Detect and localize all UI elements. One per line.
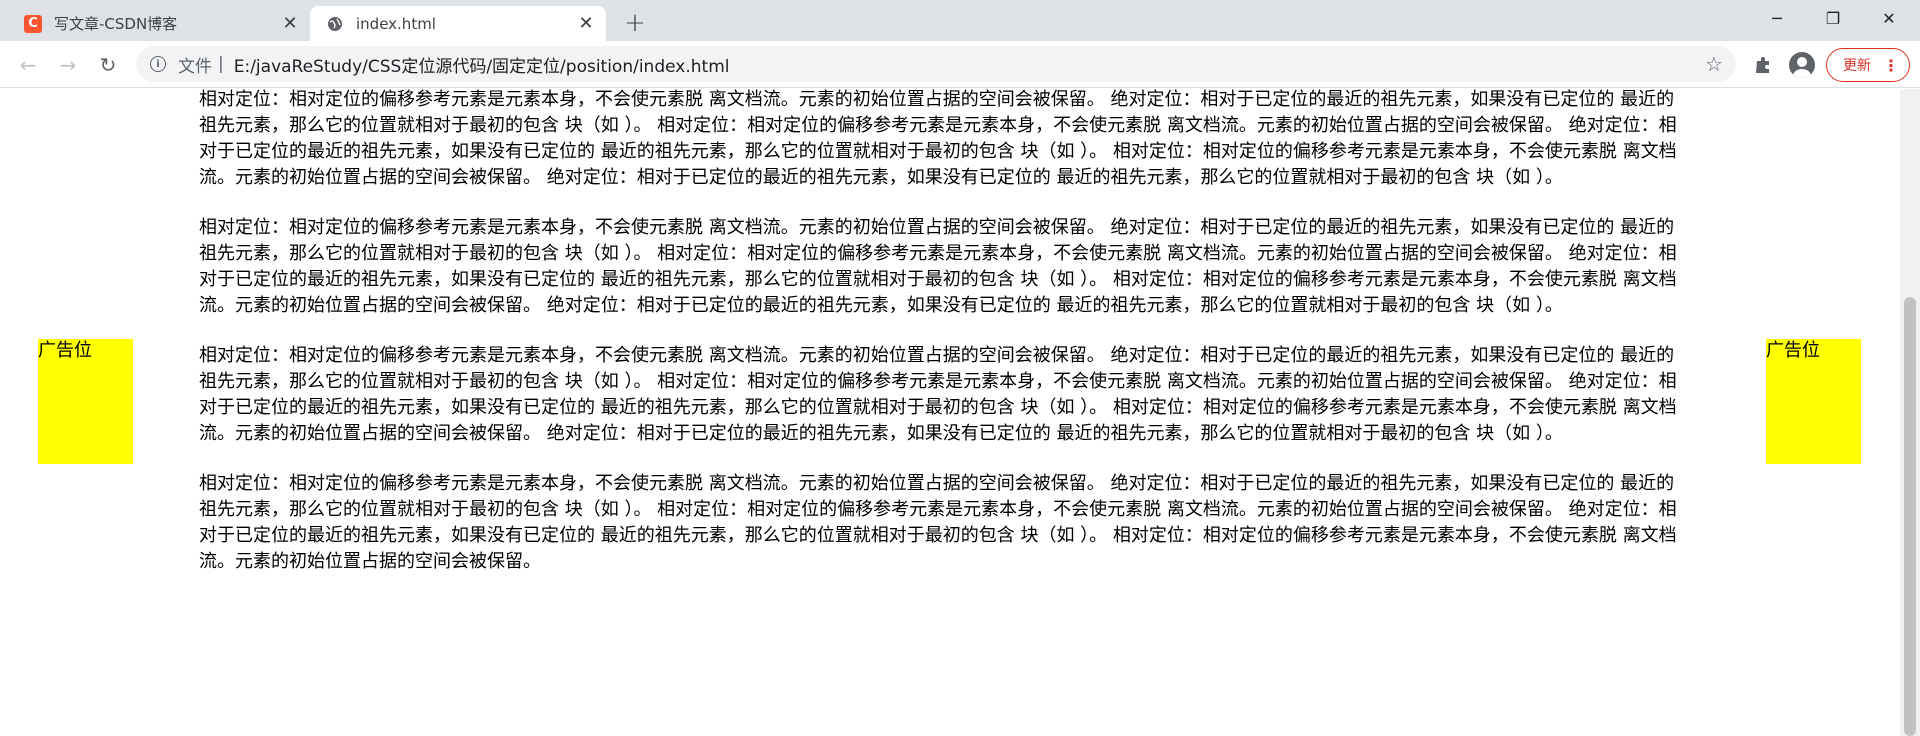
back-button[interactable]: ← (12, 49, 44, 81)
paragraph: 相对定位：相对定位的偏移参考元素是元素本身，不会使元素脱 离文档流。元素的初始位… (199, 89, 1677, 188)
forward-button[interactable]: → (52, 49, 84, 81)
maximize-button[interactable]: ❐ (1806, 0, 1860, 36)
tab-csdn-write[interactable]: C 写文章-CSDN博客 ✕ (8, 6, 310, 41)
address-bar[interactable]: i 文件 | E:/javaReStudy/CSS定位源代码/固定定位/posi… (136, 46, 1736, 82)
url-text[interactable]: E:/javaReStudy/CSS定位源代码/固定定位/position/in… (234, 52, 1698, 77)
update-button[interactable]: 更新 ⋮ (1826, 48, 1910, 82)
bookmark-star-icon[interactable]: ☆ (1698, 52, 1730, 76)
ad-banner-right: 广告位 (1766, 339, 1861, 464)
tab-title: index.html (356, 14, 436, 33)
tab-title: 写文章-CSDN博客 (54, 15, 178, 33)
close-tab-icon[interactable]: ✕ (574, 12, 598, 36)
paragraph: 相对定位：相对定位的偏移参考元素是元素本身，不会使元素脱 离文档流。元素的初始位… (199, 217, 1677, 316)
paragraph: 相对定位：相对定位的偏移参考元素是元素本身，不会使元素脱 离文档流。元素的初始位… (199, 345, 1677, 444)
close-window-button[interactable]: ✕ (1862, 0, 1916, 36)
profile-avatar-icon[interactable] (1787, 50, 1817, 80)
menu-icon[interactable]: ⋮ (1883, 56, 1899, 75)
tab-index-html[interactable]: index.html ✕ (310, 6, 606, 41)
extensions-icon[interactable] (1748, 50, 1778, 80)
ad-banner-left: 广告位 (38, 339, 133, 464)
tab-strip: C 写文章-CSDN博客 ✕ index.html ✕ + ─ ❐ ✕ (0, 0, 1920, 41)
page-content: 相对定位：相对定位的偏移参考元素是元素本身，不会使元素脱 离文档流。元素的初始位… (199, 89, 1689, 599)
globe-icon (326, 15, 344, 33)
new-tab-button[interactable]: + (620, 8, 650, 38)
update-label: 更新 (1843, 58, 1871, 74)
scheme-label: 文件 (178, 56, 212, 77)
close-tab-icon[interactable]: ✕ (278, 12, 302, 36)
browser-toolbar: ← → ↻ i 文件 | E:/javaReStudy/CSS定位源代码/固定定… (0, 41, 1920, 88)
minimize-button[interactable]: ─ (1750, 0, 1804, 36)
vertical-scrollbar[interactable] (1900, 89, 1920, 736)
page-viewport: 相对定位：相对定位的偏移参考元素是元素本身，不会使元素脱 离文档流。元素的初始位… (0, 89, 1920, 736)
paragraph: 相对定位：相对定位的偏移参考元素是元素本身，不会使元素脱 离文档流。元素的初始位… (199, 473, 1677, 572)
separator: | (218, 54, 224, 74)
reload-button[interactable]: ↻ (92, 49, 124, 81)
scrollbar-thumb[interactable] (1904, 297, 1916, 736)
csdn-logo-icon: C (24, 14, 42, 33)
info-icon[interactable]: i (150, 56, 166, 72)
